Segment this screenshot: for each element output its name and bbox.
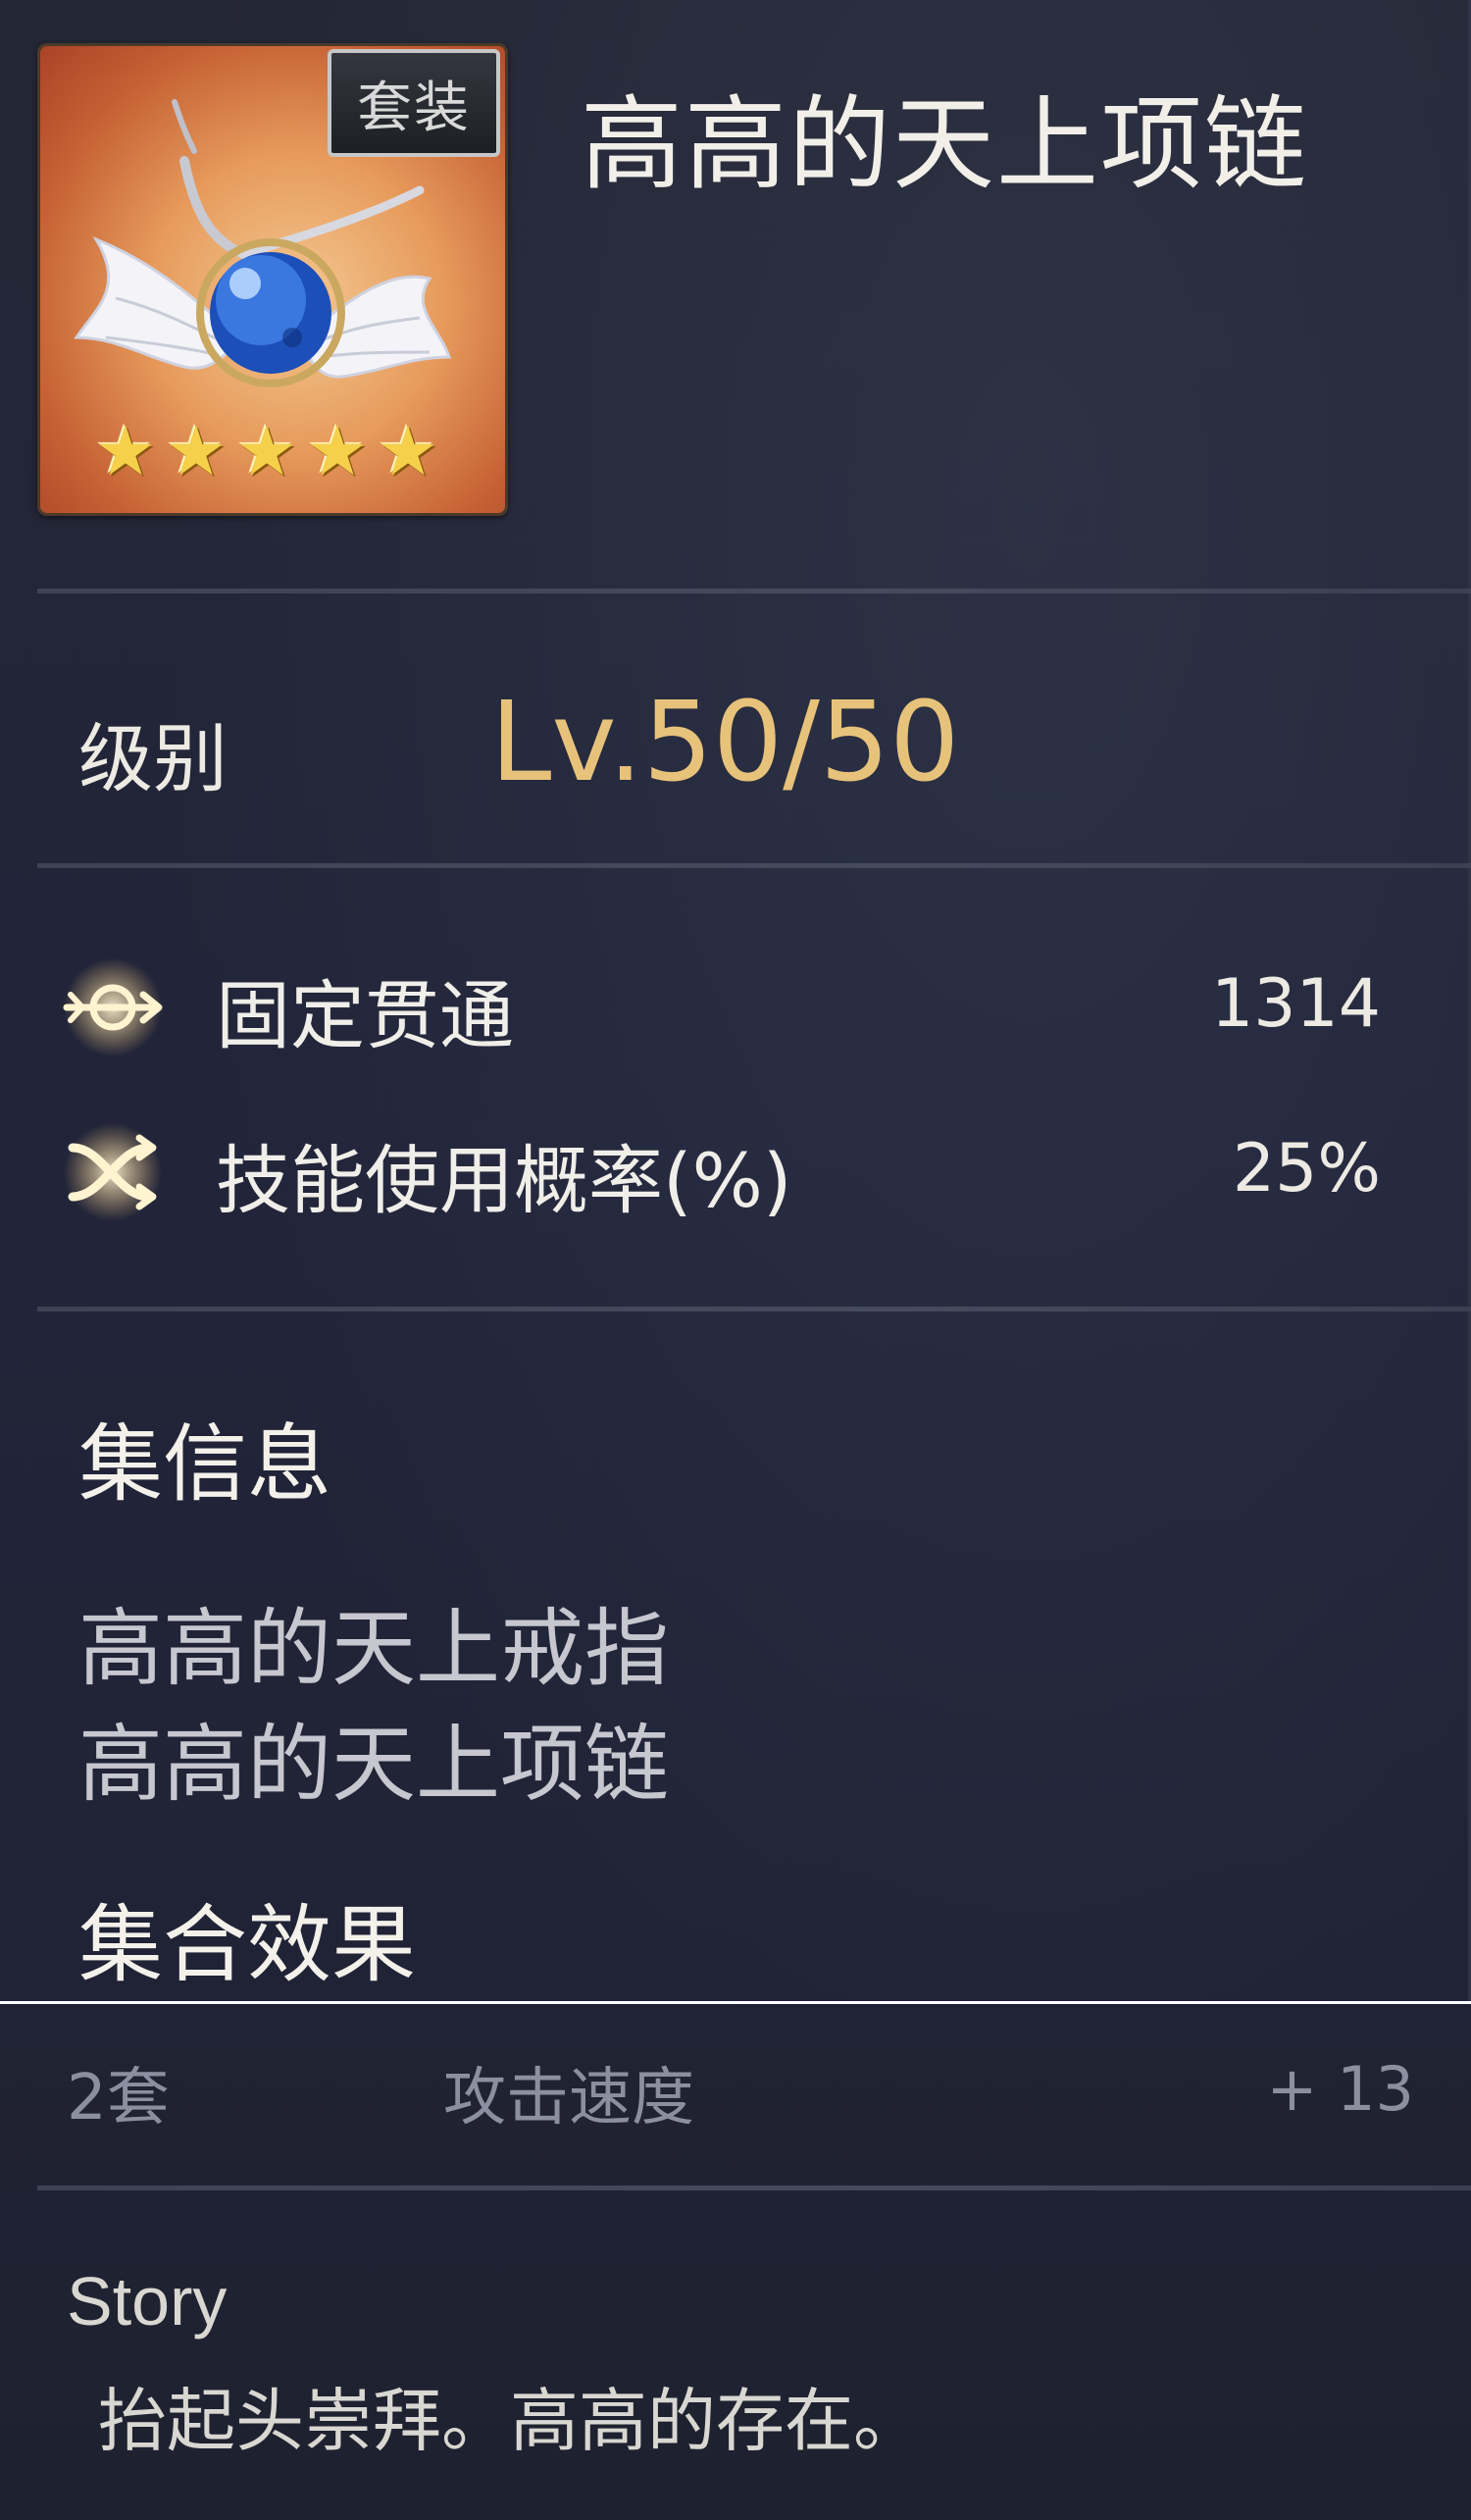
set-piece-item: 高高的天上项链 <box>78 1716 669 1814</box>
star-icon: ★ <box>235 411 298 491</box>
stat-label: 固定贯通 <box>216 972 514 1059</box>
divider <box>37 1307 1471 1311</box>
set-bonus-count: 2套 <box>67 2062 170 2134</box>
stat-value: 25% <box>1232 1130 1381 1208</box>
divider <box>37 2186 1471 2190</box>
crossed-arrows-icon <box>64 1123 162 1221</box>
star-icon: ★ <box>377 411 439 491</box>
stat-label: 技能使用概率(%) <box>216 1137 792 1224</box>
penetration-icon <box>63 958 163 1056</box>
set-bonus-value: + 13 <box>1266 2053 1414 2125</box>
star-icon: ★ <box>306 411 369 491</box>
item-icon[interactable]: 套装 ★ ★ ★ ★ ★ <box>37 43 508 516</box>
stat-row: 技能使用概率(%) 25% <box>0 1120 1471 1228</box>
stat-row: 固定贯通 1314 <box>0 953 1471 1061</box>
star-rating: ★ ★ ★ ★ ★ <box>92 411 441 491</box>
stat-value: 1314 <box>1210 965 1381 1043</box>
divider <box>37 863 1471 868</box>
item-name: 高高的天上项链 <box>581 84 1309 204</box>
item-detail-screen: 套装 ★ ★ ★ ★ ★ 高高的天上项链 级别 Lv.50/50 固定贯通 13… <box>0 0 1471 2520</box>
divider <box>37 589 1471 593</box>
star-icon: ★ <box>94 411 157 491</box>
item-detail-panel: 套装 ★ ★ ★ ★ ★ 高高的天上项链 级别 Lv.50/50 固定贯通 13… <box>0 0 1471 2004</box>
star-icon: ★ <box>165 411 228 491</box>
set-bonus-stat: 攻击速度 <box>443 2062 694 2134</box>
set-info-heading: 集信息 <box>78 1415 331 1514</box>
level-label: 级别 <box>78 715 228 802</box>
story-text: 抬起头崇拜。高高的存在。 <box>98 2381 922 2461</box>
story-title: Story <box>67 2263 228 2340</box>
set-badge: 套装 <box>328 49 500 157</box>
set-effect-heading: 集合效果 <box>78 1896 416 1994</box>
level-value: Lv.50/50 <box>490 679 960 806</box>
set-piece-item: 高高的天上戒指 <box>78 1600 669 1698</box>
